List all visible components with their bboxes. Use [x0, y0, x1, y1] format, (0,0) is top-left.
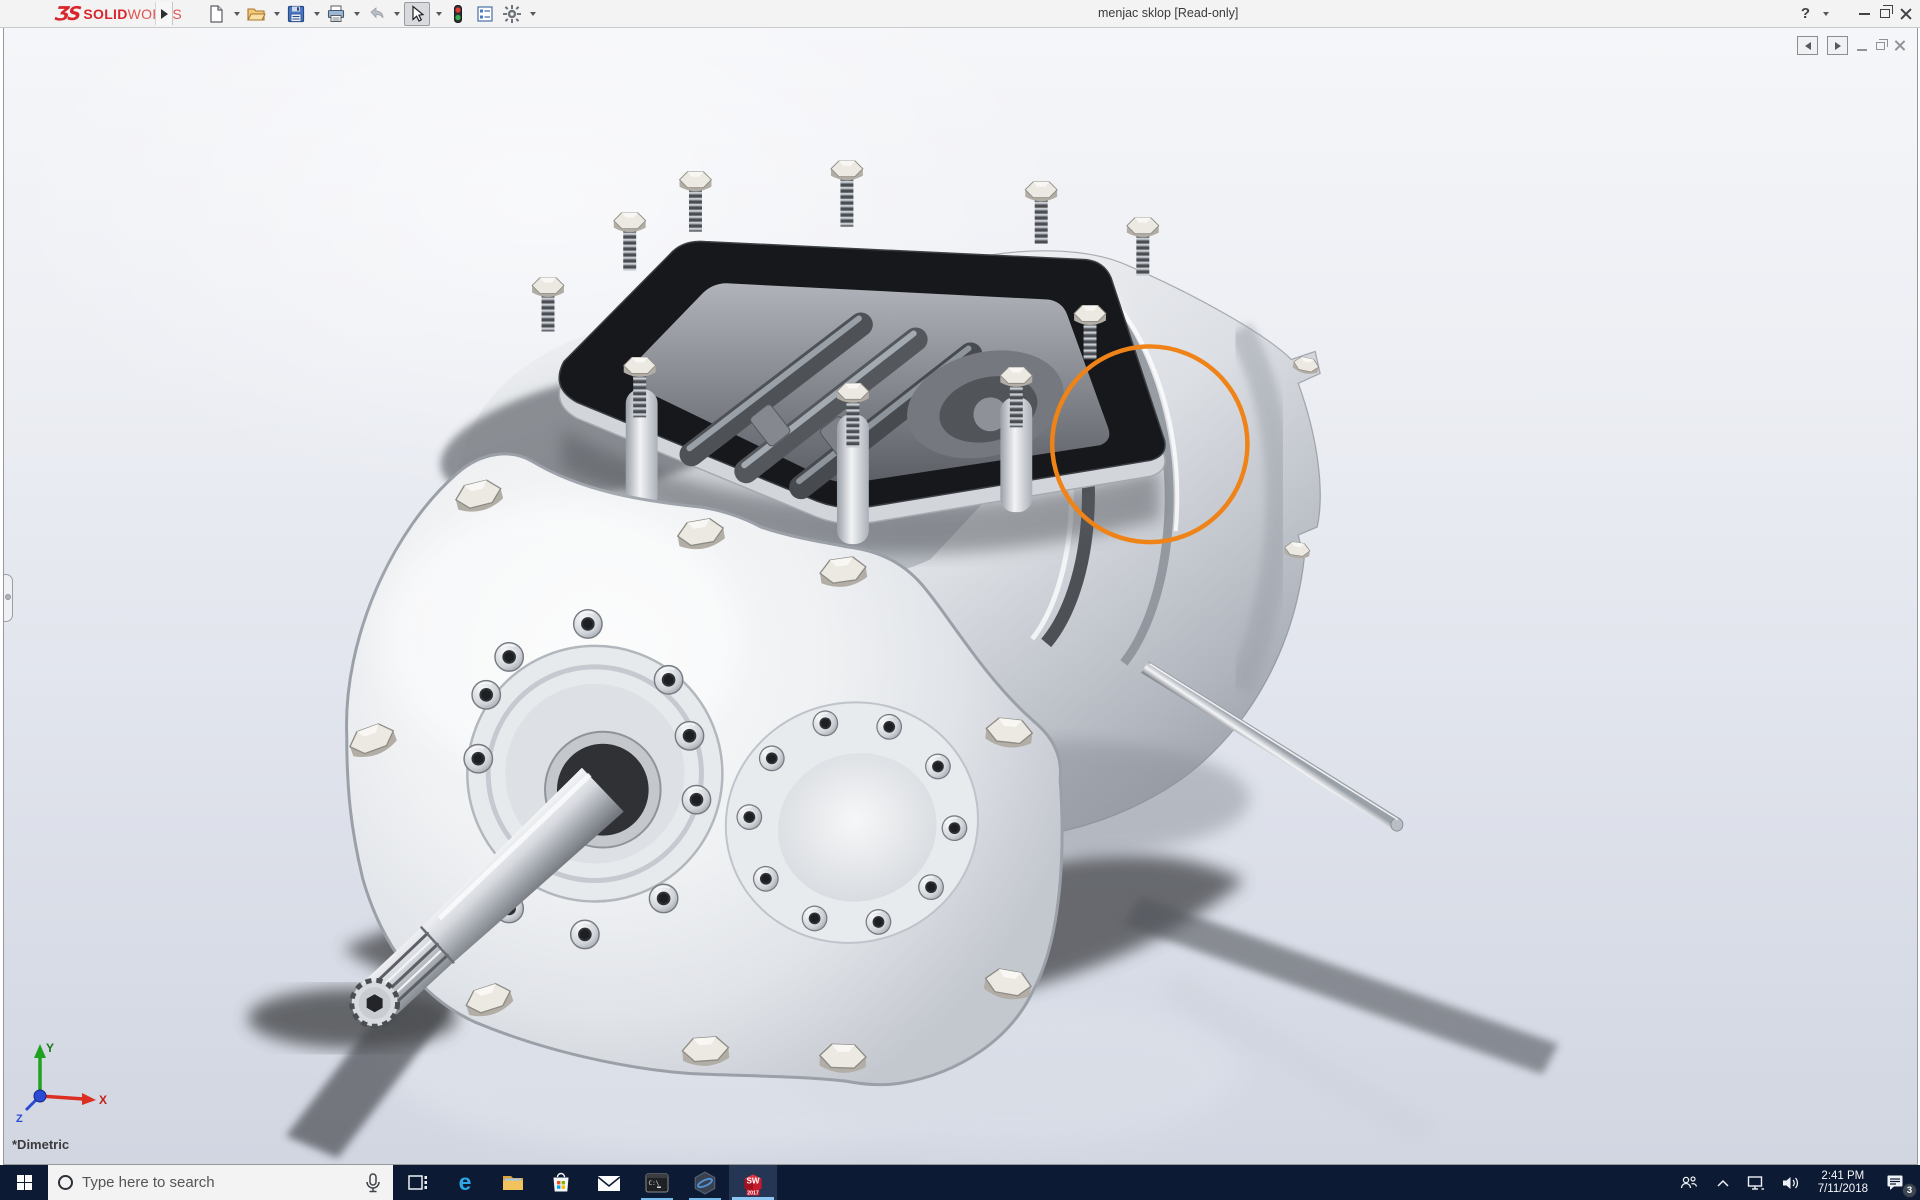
- network-icon: [1747, 1175, 1765, 1191]
- help-button[interactable]: ?: [1801, 5, 1810, 22]
- chevron-up-icon: [1716, 1178, 1730, 1188]
- sw-year: 2017: [747, 1190, 759, 1196]
- options-dropdown-caret[interactable]: [530, 12, 536, 16]
- doc-minimize-button[interactable]: [1857, 49, 1867, 51]
- options-button[interactable]: [500, 2, 524, 26]
- flyout-arrow-icon: [161, 9, 168, 19]
- volume-icon: [1782, 1175, 1800, 1191]
- doc-restore-button[interactable]: [1876, 42, 1885, 50]
- mail-button[interactable]: [585, 1165, 633, 1200]
- document-title: menjac sklop [Read-only]: [1098, 0, 1238, 27]
- top-cover-part[interactable]: [532, 161, 1165, 544]
- microphone-icon[interactable]: [363, 1172, 383, 1194]
- close-button[interactable]: [1900, 8, 1912, 20]
- tray-overflow-button[interactable]: [1711, 1165, 1735, 1200]
- help-dropdown-caret[interactable]: [1823, 12, 1829, 16]
- save-dropdown-caret[interactable]: [314, 12, 320, 16]
- volume-button[interactable]: [1777, 1165, 1805, 1200]
- taskbar-search-box[interactable]: Type here to search: [48, 1165, 393, 1200]
- task-view-icon: [405, 1171, 429, 1195]
- solidworks-app-icon: SW 2017: [740, 1169, 766, 1196]
- cortana-icon: [58, 1175, 73, 1190]
- undo-icon: [366, 4, 386, 24]
- right-arrow-icon: [1835, 42, 1841, 50]
- command-prompt-icon: C:\: [644, 1171, 670, 1195]
- orientation-triad: Y X Z: [10, 1038, 110, 1130]
- file-explorer-icon: [500, 1171, 526, 1195]
- action-center-button[interactable]: 3: [1881, 1165, 1910, 1200]
- left-arrow-icon: [1805, 42, 1811, 50]
- windows-logo-icon: [17, 1175, 32, 1190]
- rebuild-traffic-light-icon: [448, 4, 468, 24]
- new-document-icon: [206, 4, 226, 24]
- file-properties-icon: [475, 4, 495, 24]
- open-button[interactable]: [244, 2, 268, 26]
- pane-right-button[interactable]: [1827, 36, 1848, 55]
- notification-badge: 3: [1902, 1183, 1917, 1198]
- save-floppy-icon: [286, 4, 306, 24]
- undo-dropdown-caret[interactable]: [394, 12, 400, 16]
- sw-letters: SW: [746, 1177, 759, 1186]
- viewport-canvas[interactable]: [4, 28, 1917, 1164]
- file-properties-button[interactable]: [473, 2, 497, 26]
- doc-close-button[interactable]: [1894, 40, 1905, 51]
- open-dropdown-caret[interactable]: [274, 12, 280, 16]
- edge-button[interactable]: e: [441, 1165, 489, 1200]
- window-controls: ?: [1801, 0, 1912, 27]
- store-icon: [549, 1171, 573, 1195]
- triad-z-label: Z: [16, 1113, 23, 1125]
- system-tray: 2:41 PM 7/11/2018 3: [1674, 1165, 1920, 1200]
- splitter-dot-icon: [5, 594, 11, 600]
- command-prompt-button[interactable]: C:\: [633, 1165, 681, 1200]
- taskbar-clock[interactable]: 2:41 PM 7/11/2018: [1812, 1170, 1874, 1196]
- open-folder-icon: [246, 4, 266, 24]
- solidworks-logo-mark-icon: ƷS: [53, 3, 80, 25]
- new-dropdown-caret[interactable]: [234, 12, 240, 16]
- save-button[interactable]: [284, 2, 308, 26]
- pane-left-button[interactable]: [1797, 36, 1818, 55]
- select-dropdown-caret[interactable]: [436, 12, 442, 16]
- app-titlebar: ƷS SOLIDWORKS: [0, 0, 1920, 28]
- print-button[interactable]: [324, 2, 348, 26]
- solidworks-app-button[interactable]: SW 2017: [729, 1165, 777, 1200]
- file-explorer-button[interactable]: [489, 1165, 537, 1200]
- minimize-button[interactable]: [1859, 13, 1870, 15]
- hexagon-app-button[interactable]: [681, 1165, 729, 1200]
- task-view-button[interactable]: [393, 1165, 441, 1200]
- view-orientation-label: *Dimetric: [12, 1137, 69, 1152]
- mail-icon: [596, 1172, 622, 1194]
- restore-button[interactable]: [1880, 9, 1890, 18]
- hexagon-app-icon: [692, 1170, 718, 1196]
- triad-x-label: X: [99, 1093, 107, 1107]
- rebuild-button[interactable]: [446, 2, 470, 26]
- windows-taskbar: Type here to search e: [0, 1165, 1920, 1200]
- people-icon: [1679, 1175, 1699, 1191]
- new-document-button[interactable]: [204, 2, 228, 26]
- select-cursor-icon: [407, 4, 427, 24]
- edge-icon: e: [459, 1169, 472, 1196]
- logo-text-solid: SOLID: [83, 6, 127, 22]
- options-gear-icon: [502, 4, 522, 24]
- undo-button[interactable]: [364, 2, 388, 26]
- print-dropdown-caret[interactable]: [354, 12, 360, 16]
- cmd-label: C:\: [649, 1180, 660, 1187]
- main-toolbar: [204, 1, 540, 27]
- graphics-viewport[interactable]: Y X Z *Dimetric: [3, 28, 1918, 1165]
- people-button[interactable]: [1674, 1165, 1704, 1200]
- triad-y-label: Y: [46, 1041, 54, 1055]
- print-icon: [326, 4, 346, 24]
- select-button[interactable]: [404, 2, 430, 26]
- network-button[interactable]: [1742, 1165, 1770, 1200]
- document-window-controls: [1797, 36, 1905, 55]
- store-button[interactable]: [537, 1165, 585, 1200]
- start-button[interactable]: [0, 1165, 48, 1200]
- menu-flyout-button[interactable]: [155, 2, 173, 25]
- search-placeholder: Type here to search: [82, 1174, 354, 1191]
- clock-time: 2:41 PM: [1818, 1170, 1868, 1183]
- clock-date: 7/11/2018: [1818, 1183, 1868, 1196]
- feature-tree-splitter-tab[interactable]: [4, 574, 13, 622]
